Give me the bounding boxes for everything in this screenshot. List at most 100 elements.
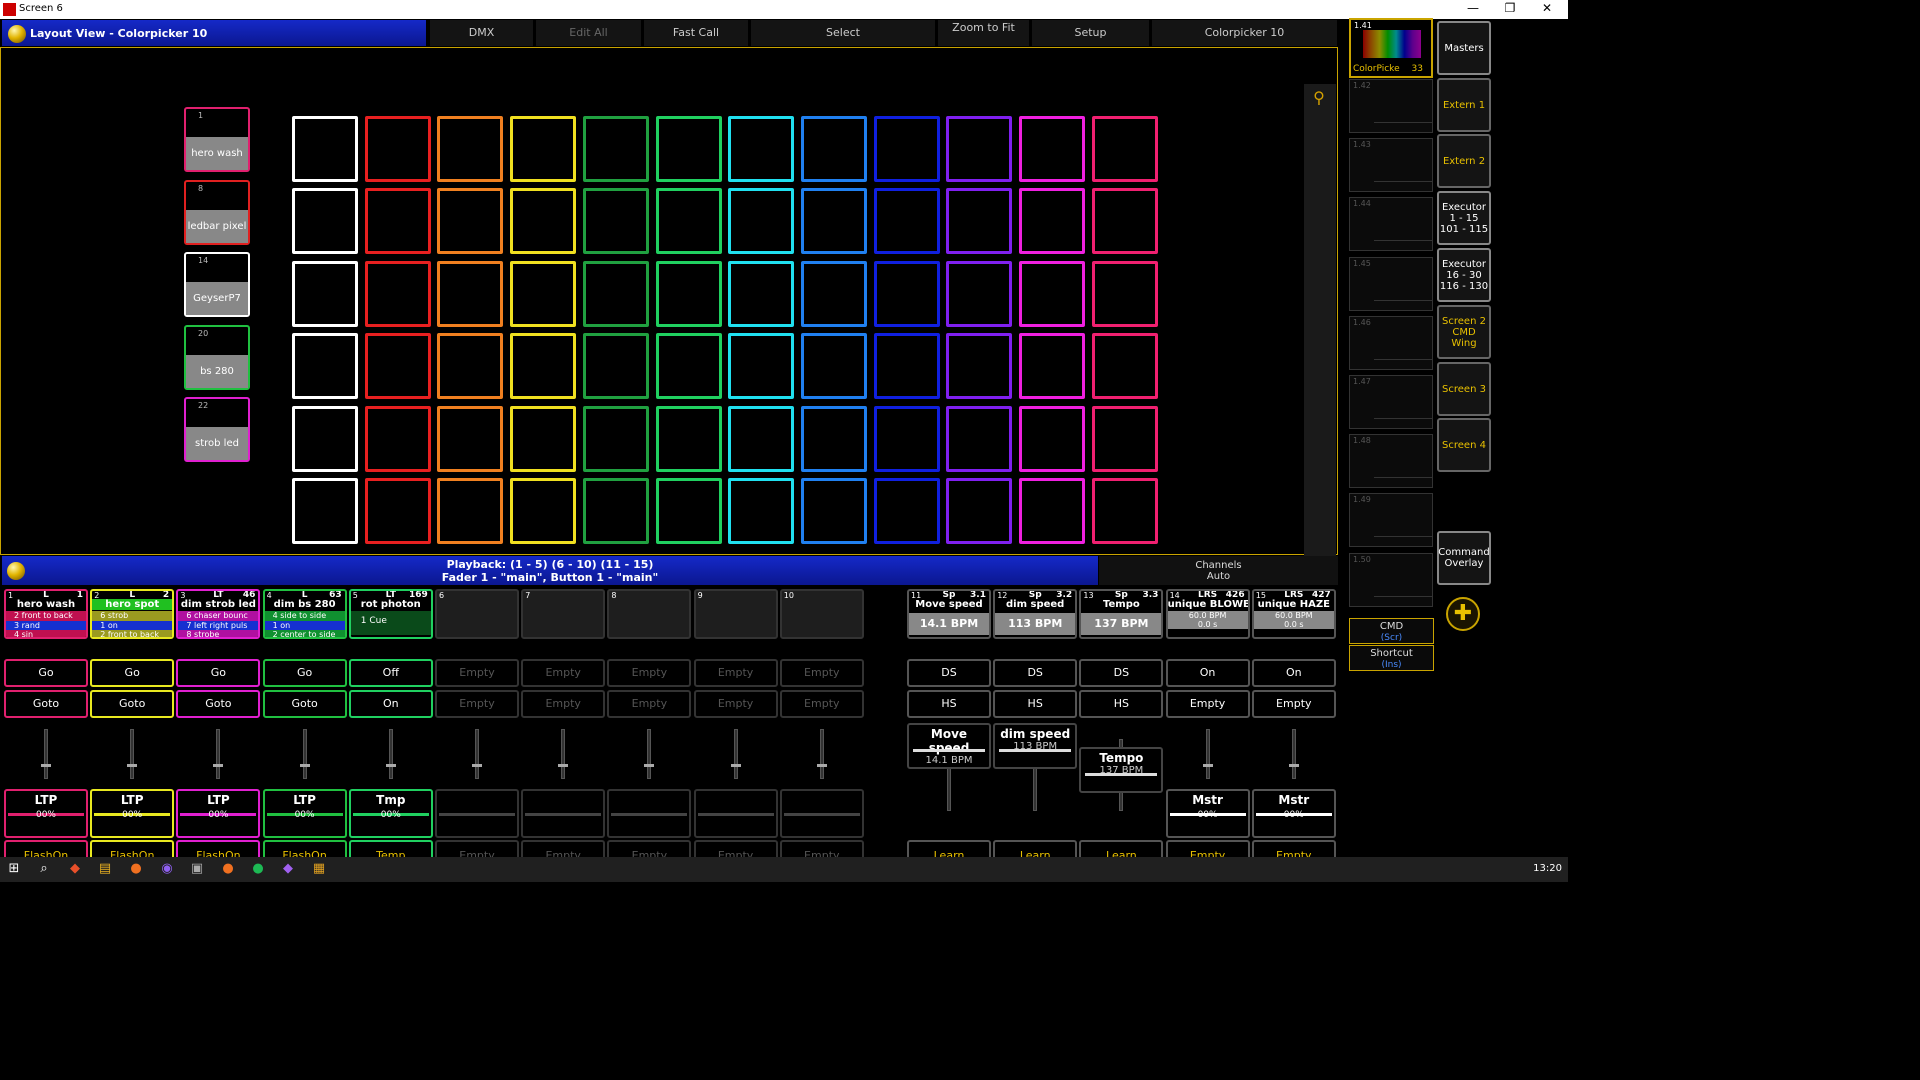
executor-button-2[interactable]: HS: [1079, 690, 1164, 718]
color-cell[interactable]: [873, 116, 940, 182]
view-pool-item[interactable]: 1.45: [1349, 256, 1433, 311]
color-cell[interactable]: [873, 333, 940, 400]
speed-master[interactable]: Tempo 137 BPM: [1079, 747, 1164, 793]
color-cell[interactable]: [728, 260, 795, 327]
channels-auto-button[interactable]: Channels Auto: [1099, 556, 1338, 585]
color-cell[interactable]: [800, 260, 867, 327]
color-cell[interactable]: [800, 478, 867, 544]
executor-header[interactable]: 10: [779, 589, 864, 639]
color-cell[interactable]: [292, 260, 358, 327]
fader-box[interactable]: [521, 789, 606, 838]
search-icon[interactable]: ⌕: [36, 861, 52, 877]
fader-track[interactable]: [1291, 729, 1296, 779]
color-cell[interactable]: [510, 333, 577, 400]
executor-button-2[interactable]: HS: [907, 690, 991, 718]
color-cell[interactable]: [873, 260, 940, 327]
executor-button-1[interactable]: Go: [262, 659, 347, 687]
minimize-button[interactable]: —: [1458, 1, 1488, 15]
view-pool-item[interactable]: 1.48: [1349, 434, 1433, 489]
color-cell[interactable]: [873, 405, 940, 472]
color-cell[interactable]: [437, 188, 504, 255]
color-cell[interactable]: [364, 478, 431, 544]
view-nav-0[interactable]: Masters: [1437, 21, 1491, 75]
fixture-14[interactable]: 14 GeyserP7: [184, 252, 250, 317]
app2-icon[interactable]: ▦: [311, 861, 327, 877]
view-nav-6[interactable]: Screen 3: [1437, 362, 1491, 416]
color-cell[interactable]: [510, 116, 577, 182]
setup-button[interactable]: Setup: [1032, 20, 1150, 46]
color-cell[interactable]: [1091, 188, 1158, 255]
fader-knob[interactable]: [1202, 764, 1213, 767]
color-cell[interactable]: [655, 405, 722, 472]
color-cell[interactable]: [364, 333, 431, 400]
executor-header[interactable]: 3 LT 46 dim strob led 6 chaser bounc 7 left r…: [176, 589, 261, 639]
executor-header[interactable]: 4 L 63 dim bs 280 4 side to side 1 on 2 center…: [262, 589, 347, 639]
color-cell[interactable]: [582, 405, 649, 472]
spotify-icon[interactable]: ●: [250, 861, 266, 877]
view-orb-icon[interactable]: [8, 25, 26, 43]
executor-button-1[interactable]: Off: [348, 659, 433, 687]
firefox-icon[interactable]: ●: [128, 861, 144, 877]
color-cell[interactable]: [1019, 478, 1085, 544]
fader-knob[interactable]: [213, 764, 224, 767]
fader-knob[interactable]: [127, 764, 138, 767]
executor-button-2[interactable]: Goto: [4, 690, 88, 718]
executor-header[interactable]: 15 LRS 427 unique HAZE 60.0 BPM 0.0 s: [1251, 589, 1336, 639]
color-cell[interactable]: [655, 116, 722, 182]
color-cell[interactable]: [946, 333, 1013, 400]
color-cell[interactable]: [292, 188, 358, 255]
executor-button-1[interactable]: Go: [4, 659, 88, 687]
color-cell[interactable]: [800, 405, 867, 472]
executor-button-2[interactable]: Empty: [779, 690, 864, 718]
brave-icon[interactable]: ◆: [67, 861, 83, 877]
color-cell[interactable]: [292, 116, 358, 182]
fader-track[interactable]: [475, 729, 479, 779]
executor-header[interactable]: 7: [521, 589, 606, 639]
fader-knob[interactable]: [558, 764, 569, 767]
color-cell[interactable]: [364, 188, 431, 255]
fader-track[interactable]: [130, 729, 135, 779]
executor-button-2[interactable]: On: [348, 690, 433, 718]
color-cell[interactable]: [437, 405, 504, 472]
color-cell[interactable]: [800, 188, 867, 255]
zoom-in-icon[interactable]: ⚲: [1306, 85, 1332, 111]
view-nav-8[interactable]: Command Overlay: [1437, 531, 1491, 585]
view-pool-item[interactable]: 1.50: [1349, 552, 1433, 607]
color-cell[interactable]: [582, 116, 649, 182]
color-cell[interactable]: [873, 478, 940, 544]
view-nav-4[interactable]: Executor 16 - 30 116 - 130: [1437, 248, 1491, 302]
color-cell[interactable]: [946, 188, 1013, 255]
executor-header[interactable]: 12 Sp 3.2 dim speed 113 BPM: [993, 589, 1078, 639]
fader-knob[interactable]: [299, 764, 310, 767]
color-cell[interactable]: [1091, 260, 1158, 327]
speed-master[interactable]: Move speed 14.1 BPM: [907, 723, 991, 769]
color-cell[interactable]: [582, 188, 649, 255]
view-pool-item[interactable]: 1.43: [1349, 138, 1433, 193]
color-cell[interactable]: [364, 260, 431, 327]
color-cell[interactable]: [510, 478, 577, 544]
executor-button-1[interactable]: On: [1165, 659, 1250, 687]
executor-header[interactable]: 5 LT 169 rot photon 1 Cue: [348, 589, 433, 639]
color-cell[interactable]: [946, 478, 1013, 544]
executor-button-2[interactable]: Empty: [435, 690, 519, 718]
color-cell[interactable]: [437, 478, 504, 544]
executor-button-1[interactable]: Empty: [607, 659, 692, 687]
files-icon[interactable]: ▤: [97, 861, 113, 877]
view-pool-item[interactable]: 1.49: [1349, 493, 1433, 548]
fader-track[interactable]: [388, 729, 393, 779]
view-pool-item[interactable]: 1.42: [1349, 79, 1433, 133]
color-cell[interactable]: [437, 333, 504, 400]
color-cell[interactable]: [946, 116, 1013, 182]
layout-view-header[interactable]: Layout View - Colorpicker 10: [2, 20, 426, 46]
color-cell[interactable]: [1091, 333, 1158, 400]
fader-box[interactable]: Mstr 00%: [1251, 789, 1336, 838]
executor-header[interactable]: 11 Sp 3.1 Move speed 14.1 BPM: [907, 589, 991, 639]
fader-box[interactable]: [607, 789, 692, 838]
app-icon[interactable]: ◆: [280, 861, 296, 877]
color-cell[interactable]: [946, 405, 1013, 472]
executor-header[interactable]: 6: [435, 589, 519, 639]
fader-track[interactable]: [302, 729, 307, 779]
color-cell[interactable]: [728, 188, 795, 255]
executor-header[interactable]: 8: [607, 589, 692, 639]
color-cell[interactable]: [1019, 260, 1085, 327]
